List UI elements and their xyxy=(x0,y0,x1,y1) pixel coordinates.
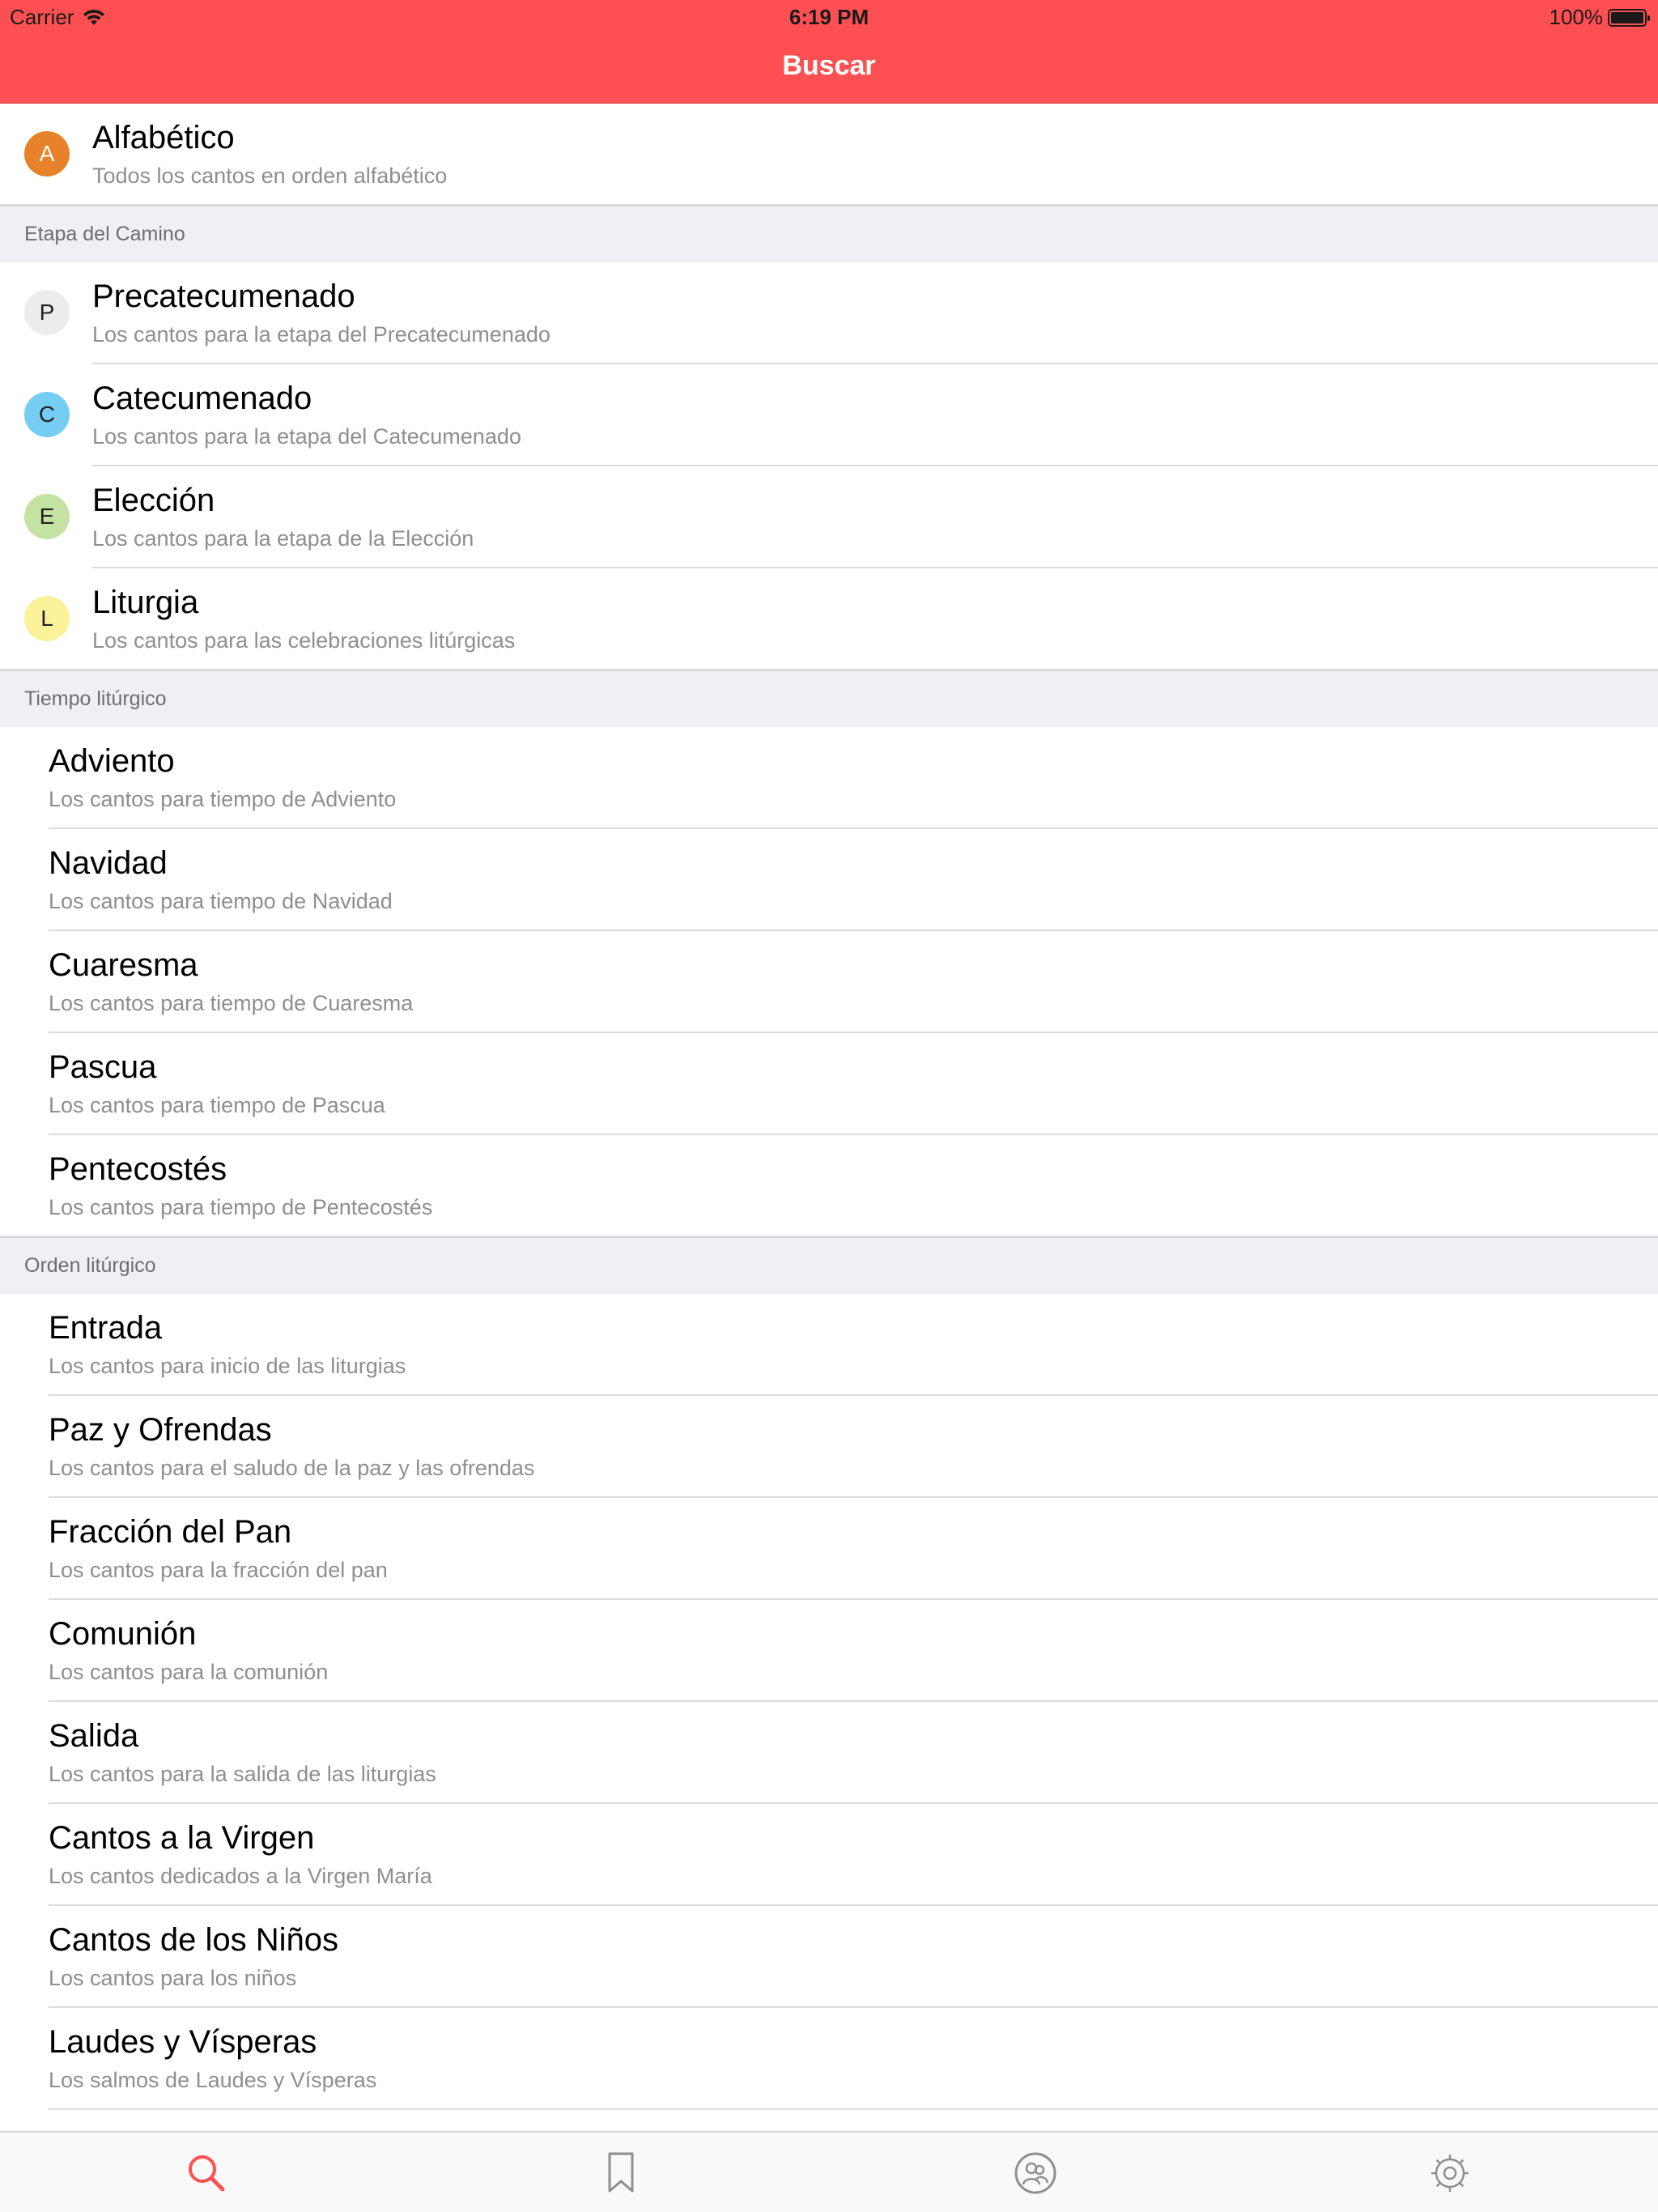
category-title: Comunión xyxy=(49,1616,197,1652)
category-subtitle: Todos los cantos en orden alfabético xyxy=(92,164,448,188)
category-entrada[interactable]: Entrada Los cantos para inicio de las li… xyxy=(0,1294,1658,1396)
status-bar: Carrier 6:19 PM 100% xyxy=(0,0,1658,32)
battery-status: 100% xyxy=(1549,5,1650,30)
category-subtitle: Los cantos para la salida de las liturgi… xyxy=(49,1762,436,1786)
letter-c-badge-icon: C xyxy=(24,392,70,437)
category-liturgia[interactable]: L Liturgia Los cantos para las celebraci… xyxy=(0,568,1658,670)
category-subtitle: Los cantos para tiempo de Navidad xyxy=(49,889,393,913)
bookmark-icon xyxy=(608,2152,634,2193)
category-subtitle: Los cantos para la comunión xyxy=(49,1660,329,1684)
letter-p-badge-icon: P xyxy=(24,290,70,335)
category-subtitle: Los cantos para la etapa del Precatecume… xyxy=(92,322,551,347)
category-subtitle: Los cantos para tiempo de Pascua xyxy=(49,1093,385,1117)
category-pascua[interactable]: Pascua Los cantos para tiempo de Pascua xyxy=(0,1033,1658,1135)
section-header-label: Tiempo litúrgico xyxy=(24,687,167,710)
category-subtitle: Los cantos para inicio de las liturgias xyxy=(49,1354,406,1378)
category-cantos-a-la-virgen[interactable]: Cantos a la Virgen Los cantos dedicados … xyxy=(0,1804,1658,1906)
category-subtitle: Los cantos para las celebraciones litúrg… xyxy=(92,628,516,653)
letter-l-badge-icon: L xyxy=(24,596,70,641)
category-title: Entrada xyxy=(49,1310,163,1346)
section-header-label: Etapa del Camino xyxy=(24,223,185,245)
section-header-tiempo: Tiempo litúrgico xyxy=(0,670,1658,727)
row-divider xyxy=(49,2108,1658,2110)
category-subtitle: Los cantos para la etapa de la Elección xyxy=(92,526,474,551)
category-title: Elección xyxy=(92,483,215,518)
category-title: Cantos de los Niños xyxy=(49,1922,338,1958)
category-pentecostes[interactable]: Pentecostés Los cantos para tiempo de Pe… xyxy=(0,1135,1658,1237)
category-title: Adviento xyxy=(49,743,175,779)
category-fraccion-del-pan[interactable]: Fracción del Pan Los cantos para la frac… xyxy=(0,1498,1658,1600)
category-subtitle: Los cantos dedicados a la Virgen María xyxy=(49,1864,432,1888)
category-cuaresma[interactable]: Cuaresma Los cantos para tiempo de Cuare… xyxy=(0,931,1658,1033)
category-subtitle: Los cantos para tiempo de Pentecostés xyxy=(49,1195,433,1219)
category-subtitle: Los cantos para los niños xyxy=(49,1966,297,1990)
tab-bar xyxy=(0,2131,1658,2212)
category-subtitle: Los cantos para la etapa del Catecumenad… xyxy=(92,424,521,449)
battery-percentage: 100% xyxy=(1549,5,1604,29)
category-title: Liturgia xyxy=(92,585,199,620)
category-title: Pascua xyxy=(49,1049,157,1085)
category-title: Cuaresma xyxy=(49,947,198,983)
tab-bookmarks[interactable] xyxy=(589,2141,653,2206)
category-title: Fracción del Pan xyxy=(49,1514,292,1550)
section-header-etapa: Etapa del Camino xyxy=(0,206,1658,262)
category-subtitle: Los cantos para la fracción del pan xyxy=(49,1558,388,1582)
tab-settings[interactable] xyxy=(1418,2141,1482,2206)
status-time: 6:19 PM xyxy=(789,5,869,29)
search-icon xyxy=(189,2155,225,2192)
category-subtitle: Los cantos para tiempo de Adviento xyxy=(49,787,397,811)
category-title: Salida xyxy=(49,1718,139,1754)
category-laudes-y-visperas[interactable]: Laudes y Vísperas Los salmos de Laudes y… xyxy=(0,2008,1658,2110)
category-title: Catecumenado xyxy=(92,381,312,416)
battery-icon xyxy=(1608,8,1650,27)
category-adviento[interactable]: Adviento Los cantos para tiempo de Advie… xyxy=(0,727,1658,829)
category-subtitle: Los cantos para el saludo de la paz y la… xyxy=(49,1456,535,1480)
letter-a-badge-icon: A xyxy=(24,131,70,177)
section-header-label: Orden litúrgico xyxy=(24,1254,156,1277)
category-title: Navidad xyxy=(49,845,168,881)
category-title: Alfabético xyxy=(92,120,235,155)
community-icon xyxy=(1014,2152,1056,2194)
page-title: Buscar xyxy=(782,50,876,81)
gear-icon xyxy=(1431,2155,1469,2192)
navigation-bar: Buscar xyxy=(0,32,1658,104)
category-eleccion[interactable]: E Elección Los cantos para la etapa de l… xyxy=(0,466,1658,568)
category-catecumenado[interactable]: C Catecumenado Los cantos para la etapa … xyxy=(0,364,1658,466)
category-precatecumenado[interactable]: P Precatecumenado Los cantos para la eta… xyxy=(0,262,1658,364)
category-title: Precatecumenado xyxy=(92,279,355,314)
tab-community[interactable] xyxy=(1003,2141,1068,2206)
section-header-orden: Orden litúrgico xyxy=(0,1237,1658,1294)
category-alfabetico[interactable]: A Alfabético Todos los cantos en orden a… xyxy=(0,104,1658,206)
category-salida[interactable]: Salida Los cantos para la salida de las … xyxy=(0,1702,1658,1804)
search-categories-list[interactable]: A Alfabético Todos los cantos en orden a… xyxy=(0,104,1658,2131)
letter-e-badge-icon: E xyxy=(24,494,70,539)
category-paz-y-ofrendas[interactable]: Paz y Ofrendas Los cantos para el saludo… xyxy=(0,1396,1658,1498)
category-comunion[interactable]: Comunión Los cantos para la comunión xyxy=(0,1600,1658,1702)
tab-search[interactable] xyxy=(174,2141,239,2206)
category-navidad[interactable]: Navidad Los cantos para tiempo de Navida… xyxy=(0,829,1658,931)
category-title: Laudes y Vísperas xyxy=(49,2024,317,2060)
category-cantos-de-los-ninos[interactable]: Cantos de los Niños Los cantos para los … xyxy=(0,1906,1658,2008)
category-title: Cantos a la Virgen xyxy=(49,1820,315,1856)
category-title: Paz y Ofrendas xyxy=(49,1412,272,1448)
category-subtitle: Los cantos para tiempo de Cuaresma xyxy=(49,991,414,1015)
category-subtitle: Los salmos de Laudes y Vísperas xyxy=(49,2068,377,2092)
category-title: Pentecostés xyxy=(49,1151,227,1187)
